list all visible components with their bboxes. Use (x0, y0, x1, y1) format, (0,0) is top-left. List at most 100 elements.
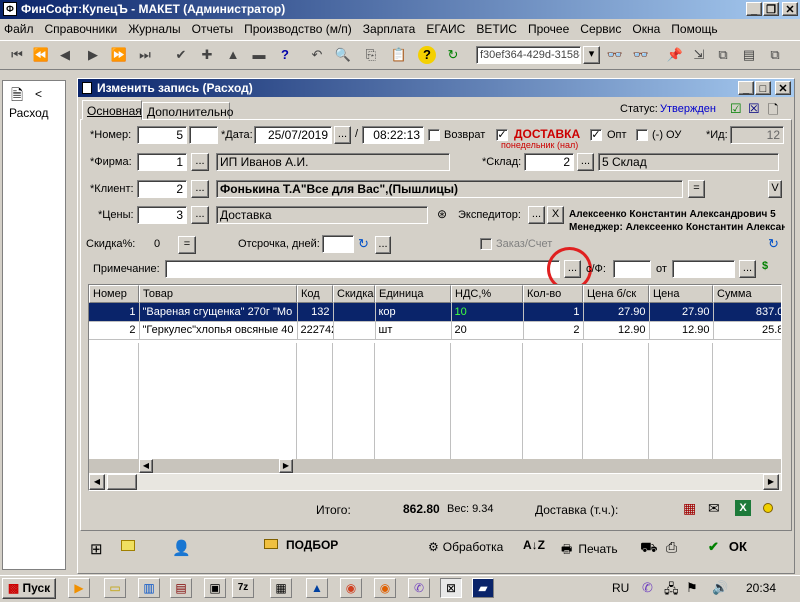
taskbar-media-icon[interactable]: ▶ (68, 578, 90, 598)
column-header-4[interactable]: Единица (375, 285, 451, 303)
menu-item-8[interactable]: Прочее (528, 22, 569, 36)
column-header-0[interactable]: Номер (89, 285, 139, 303)
taskbar-7zip-icon[interactable]: 7z (232, 578, 254, 598)
menu-item-2[interactable]: Журналы (128, 22, 180, 36)
currency-icon[interactable]: $ (762, 260, 768, 272)
klient-v-button[interactable]: V (768, 180, 782, 198)
menu-item-5[interactable]: Зарплата (363, 22, 416, 36)
status-doc-icon[interactable]: 🗋 (768, 101, 778, 123)
dialog-maximize-button[interactable]: □ (755, 81, 771, 95)
cell-cena[interactable]: 12.90 (649, 321, 714, 340)
date-picker-button[interactable]: ... (334, 126, 351, 144)
cell-kol[interactable]: 1 (523, 303, 584, 322)
cascade-icon[interactable]: ⧉ (766, 46, 784, 64)
add-icon[interactable]: ✚ (198, 46, 216, 64)
ok-button[interactable]: ✔ ОК (708, 539, 747, 555)
scroll-left-button[interactable]: ◀ (89, 474, 105, 490)
firma-select-button[interactable]: ... (191, 153, 209, 171)
search-icon[interactable]: 🔍 (334, 46, 352, 64)
zakaz-refresh-icon[interactable]: ↻ (768, 236, 779, 252)
menu-item-7[interactable]: ВЕТИС (476, 22, 517, 36)
date-field[interactable]: 25/07/2019 (254, 126, 332, 144)
taskbar-archive-icon[interactable]: ▤ (170, 578, 192, 598)
lang-indicator[interactable]: RU (612, 581, 629, 595)
otsrochka-refresh-icon[interactable]: ↻ (358, 236, 369, 252)
mail-add-icon[interactable]: ✉ (708, 500, 720, 517)
sf-date-button[interactable]: ... (739, 260, 756, 278)
cell-ed[interactable]: кор (375, 303, 452, 322)
column-header-6[interactable]: Кол-во (523, 285, 583, 303)
cell-kod[interactable]: 132 (297, 303, 334, 322)
sf-date-field[interactable] (672, 260, 735, 278)
nomer-suffix-field[interactable] (189, 126, 218, 144)
binoculars-next-icon[interactable]: 👓 (632, 46, 650, 64)
podbor-button[interactable]: ПОДБОР (264, 538, 338, 558)
last-record-icon[interactable]: ⏭ (136, 46, 154, 64)
tray-network-icon[interactable]: 🖧 (664, 580, 679, 602)
menu-item-1[interactable]: Справочники (45, 22, 118, 36)
window-list-icon[interactable]: ▤ (740, 46, 758, 64)
cell-tovar[interactable]: "Вареная сгущенка" 270г "Мо (139, 303, 298, 322)
taskbar-active-app-icon[interactable]: ⊠ (440, 578, 462, 598)
guid-combo-dropdown[interactable]: ▾ (583, 46, 600, 64)
pin-icon[interactable]: 📌 (666, 46, 684, 64)
firma-code-field[interactable]: 1 (137, 153, 187, 171)
inner-scroll-right[interactable]: ▶ (279, 459, 293, 473)
column-header-8[interactable]: Цена (649, 285, 713, 303)
restore-button[interactable]: ❐ (763, 2, 779, 16)
cell-nds[interactable]: 10 (451, 303, 524, 322)
tray-speaker-icon[interactable]: 🔊 (712, 580, 728, 596)
column-header-3[interactable]: Скидка (333, 285, 375, 303)
excel-icon[interactable]: X (735, 500, 751, 516)
print-preview-icon[interactable]: ⊞ (90, 540, 103, 558)
klient-select-button[interactable]: ... (191, 180, 209, 198)
menu-item-0[interactable]: Файл (4, 22, 34, 36)
klient-code-field[interactable]: 2 (137, 180, 187, 198)
taskbar-triangle-icon[interactable]: ▲ (306, 578, 328, 598)
table-row[interactable]: 1 "Вареная сгущенка" 270г "Мо 132 кор 10 1 27.… (89, 303, 781, 322)
help-icon[interactable]: ? (276, 46, 294, 64)
time-field[interactable]: 08:22:13 (362, 126, 424, 144)
calculator-icon[interactable]: ▦ (683, 500, 696, 517)
primechanie-field[interactable] (165, 260, 560, 278)
status-dot-icon[interactable] (763, 503, 773, 513)
start-button[interactable]: ▩ Пуск (2, 578, 56, 599)
opt-checkbox[interactable]: ✓ (590, 129, 602, 141)
prev-record-icon[interactable]: ◀ (56, 46, 74, 64)
print-icon[interactable]: ⎙ (666, 539, 677, 556)
taskbar-finsoft-icon[interactable]: ▰ (472, 578, 494, 598)
obrabotka-button[interactable]: ⚙ Обработка (428, 540, 503, 554)
expeditor-icon[interactable]: ⊛ (437, 207, 447, 221)
ceny-select-button[interactable]: ... (191, 206, 209, 224)
status-x-icon[interactable]: ☒ (748, 101, 760, 117)
taskbar-doc-icon[interactable]: ▣ (204, 578, 226, 598)
zakaz-checkbox[interactable] (480, 238, 492, 250)
nomer-field[interactable]: 5 (137, 126, 187, 144)
cell-cena[interactable]: 27.90 (649, 303, 714, 322)
taskbar-viber-icon[interactable]: ✆ (408, 578, 430, 598)
folder-icon[interactable] (121, 540, 135, 551)
up-icon[interactable]: ▲ (224, 46, 242, 64)
cell-nds[interactable]: 20 (451, 321, 524, 340)
otsrochka-field[interactable] (322, 235, 354, 253)
cell-ed[interactable]: шт (375, 321, 452, 340)
sidebar-arrow[interactable]: < (35, 87, 42, 101)
prev-page-icon[interactable]: ⏪ (32, 46, 50, 64)
minus-icon[interactable]: ▬ (250, 46, 268, 64)
klient-eq-button[interactable]: = (688, 180, 705, 198)
taskbar-app-icon[interactable]: ▥ (138, 578, 160, 598)
table-row[interactable]: 2"Геркулес"хлопья овсяные 40222742шт2021… (89, 321, 781, 340)
person-icon[interactable]: 👤 (172, 539, 191, 557)
cell-cena_bsk[interactable]: 27.90 (583, 303, 650, 322)
vozvrat-checkbox[interactable] (428, 129, 440, 141)
export-icon[interactable]: ⇲ (690, 46, 708, 64)
copy-icon[interactable]: ⎘ (362, 46, 380, 64)
sklad-select-button[interactable]: ... (577, 153, 594, 171)
sklad-code-field[interactable]: 2 (524, 153, 574, 171)
ekspeditor-select-button[interactable]: ... (528, 206, 545, 224)
menu-item-6[interactable]: ЕГАИС (426, 22, 465, 36)
next-page-icon[interactable]: ⏩ (110, 46, 128, 64)
status-check-icon[interactable]: ☑ (730, 101, 742, 117)
menu-item-4[interactable]: Производство (м/п) (244, 22, 352, 36)
otsrochka-select-button[interactable]: ... (375, 236, 391, 254)
